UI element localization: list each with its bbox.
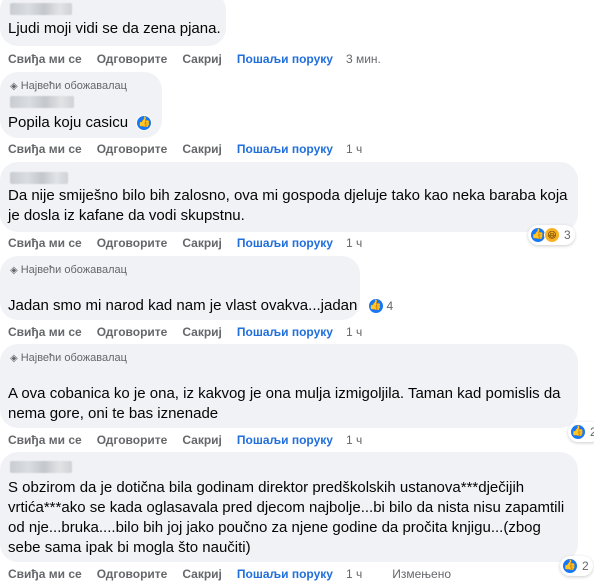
- reaction-count: 2: [590, 425, 594, 439]
- hide-button[interactable]: Сакриј: [182, 433, 222, 447]
- reaction-count: 2: [582, 559, 589, 573]
- hide-button[interactable]: Сакриј: [182, 142, 222, 156]
- reaction-count: 3: [564, 228, 571, 242]
- diamond-icon: ◈: [10, 352, 18, 364]
- reactions[interactable]: 👍 2: [560, 556, 593, 576]
- reactions[interactable]: 👍 4: [367, 296, 394, 316]
- comment-text-line-4: sebe sama ipak bi mogla što naučiti): [8, 539, 251, 556]
- comment-actions: Свиђа ми се Одговорите Сакриј Пошаљи пор…: [8, 432, 377, 448]
- hide-button[interactable]: Сакриј: [182, 325, 222, 339]
- reply-button[interactable]: Одговорите: [97, 567, 168, 581]
- laughing-face-icon: 😆: [544, 227, 560, 243]
- reply-button[interactable]: Одговорите: [97, 433, 168, 447]
- author-name-redacted[interactable]: [10, 3, 72, 15]
- comment-actions: Свиђа ми се Одговорите Сакриј Пошаљи пор…: [8, 141, 377, 157]
- comment-actions: Свиђа ми се Одговорите Сакриј Пошаљи пор…: [8, 51, 396, 67]
- comment-time[interactable]: 1 ч: [346, 325, 362, 339]
- comment-bubble: ◈ Највећи обожавалац A ova cobanica ko j…: [0, 344, 578, 428]
- author-name-redacted[interactable]: [10, 96, 74, 108]
- comment-text: Jadan smo mi narod kad nam je vlast ovak…: [8, 296, 393, 316]
- comment-bubble: Da nije smiješno bilo bih zalosno, ova m…: [0, 162, 578, 232]
- hide-button[interactable]: Сакриј: [182, 236, 222, 250]
- send-message-button[interactable]: Пошаљи поруку: [237, 236, 333, 250]
- like-button[interactable]: Свиђа ми се: [8, 325, 82, 339]
- comment-time[interactable]: 1 ч: [346, 236, 362, 250]
- diamond-icon: ◈: [10, 264, 18, 276]
- author-name-redacted[interactable]: [10, 172, 68, 184]
- comment-bubble: ◈ Највећи обожавалац Jadan smo mi narod …: [0, 256, 393, 320]
- thumbs-up-icon: 👍: [562, 558, 578, 574]
- reply-button[interactable]: Одговорите: [97, 325, 168, 339]
- reply-button[interactable]: Одговорите: [97, 52, 168, 66]
- comment-actions: Свиђа ми се Одговорите Сакриј Пошаљи пор…: [8, 566, 466, 582]
- hide-button[interactable]: Сакриј: [182, 567, 222, 581]
- top-fan-badge: ◈ Највећи обожавалац: [10, 264, 127, 276]
- badge-label: Највећи обожавалац: [20, 264, 127, 276]
- badge-label: Највећи обожавалац: [20, 80, 127, 92]
- comment-text-line-2: vrtića***ako se kada oglasavala pred dje…: [8, 499, 565, 516]
- reply-button[interactable]: Одговорите: [97, 142, 168, 156]
- comment-time[interactable]: 1 ч: [346, 142, 362, 156]
- hide-button[interactable]: Сакриј: [182, 52, 222, 66]
- send-message-button[interactable]: Пошаљи поруку: [237, 142, 333, 156]
- comment-text-line-1: A ova cobanica ko je ona, iz kakvog je o…: [8, 385, 561, 402]
- comment-actions: Свиђа ми се Одговорите Сакриј Пошаљи пор…: [8, 235, 377, 251]
- comment-bubble: S obzirom da je dotična bila godinam dir…: [0, 452, 578, 562]
- diamond-icon: ◈: [10, 80, 18, 92]
- thumbs-up-icon: 👍: [570, 424, 586, 440]
- comment-bubble: Ljudi moji vidi se da zena pjana.: [0, 0, 226, 46]
- comment-time[interactable]: 3 мин.: [346, 52, 381, 66]
- like-button[interactable]: Свиђа ми се: [8, 567, 82, 581]
- send-message-button[interactable]: Пошаљи поруку: [237, 433, 333, 447]
- like-button[interactable]: Свиђа ми се: [8, 142, 82, 156]
- reactions[interactable]: 👍 2: [568, 422, 594, 442]
- comment-text-line-3: od nje...bruka....bilo bih joj jako pouč…: [8, 519, 541, 536]
- comment-text: Popila koju casicu 👍: [8, 113, 153, 133]
- reactions[interactable]: 👍: [136, 115, 153, 132]
- comment-text-line-1: S obzirom da je dotična bila godinam dir…: [8, 479, 525, 496]
- send-message-button[interactable]: Пошаљи поруку: [237, 325, 333, 339]
- reply-button[interactable]: Одговорите: [97, 236, 168, 250]
- like-button[interactable]: Свиђа ми се: [8, 52, 82, 66]
- top-fan-badge: ◈ Највећи обожавалац: [10, 80, 127, 92]
- comment-actions: Свиђа ми се Одговорите Сакриј Пошаљи пор…: [8, 324, 377, 340]
- comment-text: Ljudi moji vidi se da zena pjana.: [8, 20, 221, 37]
- reaction-count: 4: [386, 299, 394, 314]
- comment-text-content: Jadan smo mi narod kad nam je vlast ovak…: [8, 297, 358, 314]
- edited-label: Измењено: [392, 567, 452, 581]
- comment-time[interactable]: 1 ч: [346, 567, 362, 581]
- top-fan-badge: ◈ Највећи обожавалац: [10, 352, 127, 364]
- comment-text-line-2: je dosla iz kafane da vodi skupstnu.: [8, 207, 245, 224]
- thumbs-up-icon: 👍: [136, 115, 153, 132]
- send-message-button[interactable]: Пошаљи поруку: [237, 52, 333, 66]
- like-button[interactable]: Свиђа ми се: [8, 433, 82, 447]
- comment-text-line-2: nema gore, oni te bas iznenade: [8, 405, 219, 422]
- send-message-button[interactable]: Пошаљи поруку: [237, 567, 333, 581]
- reactions[interactable]: 👍 😆 3: [528, 225, 575, 245]
- comment-time[interactable]: 1 ч: [346, 433, 362, 447]
- badge-label: Највећи обожавалац: [20, 352, 127, 364]
- comment-bubble: ◈ Највећи обожавалац Popila koju casicu …: [0, 72, 162, 138]
- comment-text-line-1: Da nije smiješno bilo bih zalosno, ova m…: [8, 187, 568, 204]
- comment-text-content: Popila koju casicu: [8, 114, 129, 131]
- like-button[interactable]: Свиђа ми се: [8, 236, 82, 250]
- thumbs-up-icon: 👍: [367, 298, 384, 315]
- author-name-redacted[interactable]: [10, 461, 72, 473]
